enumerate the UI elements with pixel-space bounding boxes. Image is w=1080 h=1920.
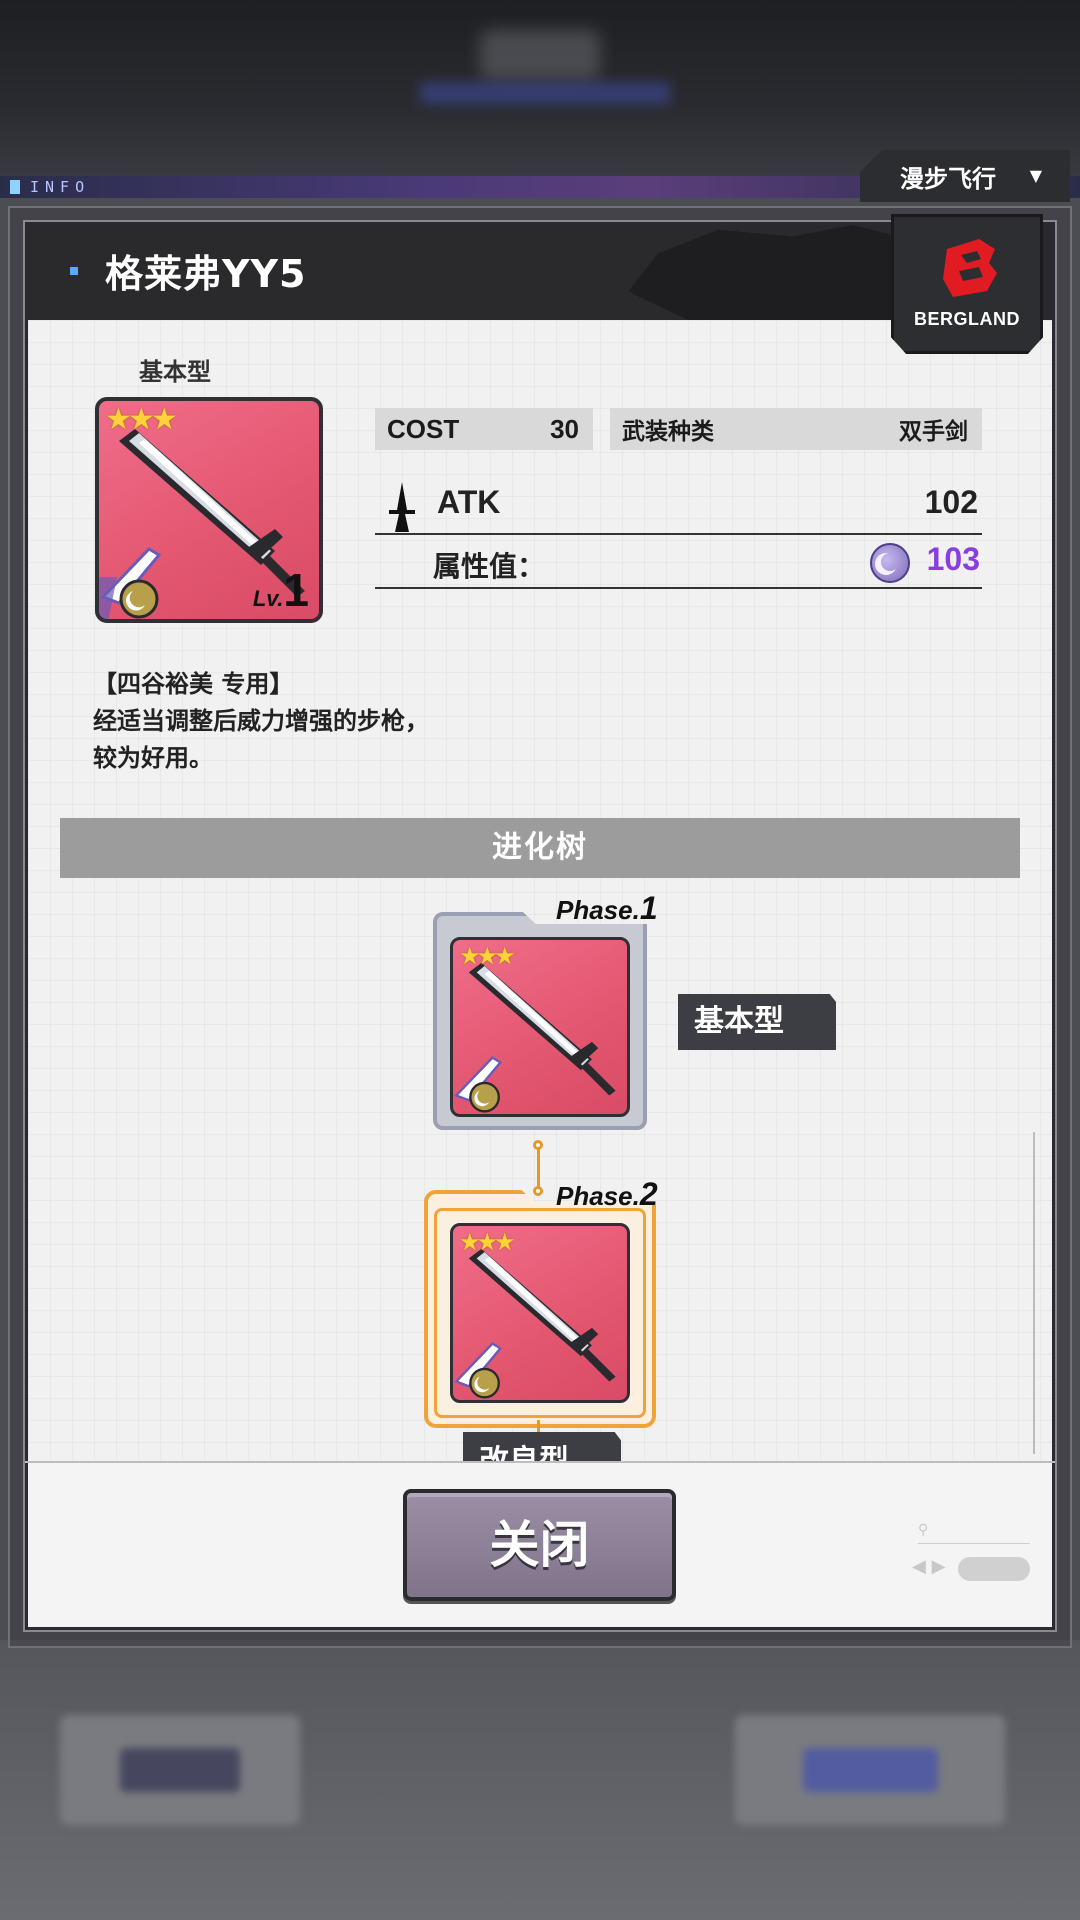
description-line: 经适当调整后威力增强的步枪， — [93, 707, 429, 735]
faint-arrow-icons: ◀ ▶ — [912, 1556, 946, 1577]
attribute-stat-row: 属性值： 103 — [375, 537, 982, 589]
moon-attribute-icon — [870, 543, 910, 583]
faint-search-field: ⚲ — [918, 1522, 1030, 1544]
phase-1-card[interactable]: ★ ★ ★ — [450, 937, 630, 1117]
tree-scrollbar[interactable] — [1033, 1132, 1035, 1454]
rarity-stars: ★ ★ ★ — [459, 1230, 516, 1254]
attribute-label: 属性值： — [433, 550, 546, 583]
faint-pill — [958, 1557, 1030, 1581]
weapon-type-label: 武装种类 — [622, 419, 714, 445]
item-description: 【四谷裕美 专用】 经适当调整后威力增强的步枪， 较为好用。 — [93, 666, 593, 777]
cost-value: 30 — [550, 413, 579, 444]
star-icon: ★ — [494, 942, 516, 970]
search-icon: ⚲ — [918, 1522, 929, 1538]
attribute-value: 103 — [926, 541, 980, 577]
connector-dot — [533, 1186, 543, 1196]
info-label: INFO — [10, 178, 90, 196]
connector-dot — [533, 1140, 543, 1150]
cost-label: COST — [387, 413, 460, 444]
close-button[interactable]: 关闭 — [403, 1489, 676, 1601]
mode-dropdown[interactable]: 漫步飞行 ▼ — [860, 150, 1070, 202]
equipment-title: 格莱弗YY5 — [105, 252, 307, 296]
atk-value: 102 — [924, 484, 978, 520]
dagger-icon — [389, 482, 415, 532]
background-bar-blur — [420, 82, 670, 104]
atk-label: ATK — [437, 484, 501, 520]
phase-2-label: Phase.2 — [556, 1176, 658, 1212]
brand-name: BERGLAND — [914, 309, 1020, 329]
phase-2-card[interactable]: ★ ★ ★ — [450, 1223, 630, 1403]
weapon-type-stat: 武装种类 双手剑 — [610, 408, 982, 450]
item-type-label: 基本型 — [139, 358, 211, 386]
phase-1-label: Phase.1 — [556, 890, 658, 926]
background-title-blur — [480, 30, 600, 80]
background-action-button — [735, 1715, 1005, 1825]
item-level: Lv.1 — [252, 564, 309, 616]
background-back-button — [60, 1715, 300, 1825]
bergland-logo-icon — [943, 239, 997, 297]
caret-down-icon: ▼ — [1029, 166, 1042, 185]
title-bullet-icon — [70, 267, 78, 275]
rarity-stars: ★ ★ ★ — [459, 944, 516, 968]
mode-dropdown-label: 漫步飞行 — [900, 164, 996, 193]
phase-1-name-tag: 基本型 — [678, 994, 836, 1050]
evolution-tree-header: 进化树 — [60, 818, 1020, 878]
star-icon: ★ — [494, 1228, 516, 1256]
weapon-type-value: 双手剑 — [899, 419, 968, 445]
cost-stat: COST 30 — [375, 408, 593, 450]
map-decoration — [628, 225, 928, 320]
atk-stat-row: ATK 102 — [375, 480, 982, 535]
brand-badge: BERGLAND — [891, 214, 1043, 354]
description-line: 【四谷裕美 专用】 — [93, 670, 294, 698]
description-line: 较为好用。 — [93, 744, 213, 772]
footer-divider — [25, 1461, 1055, 1463]
item-card: ★ ★ ★ Lv.1 — [95, 397, 323, 623]
